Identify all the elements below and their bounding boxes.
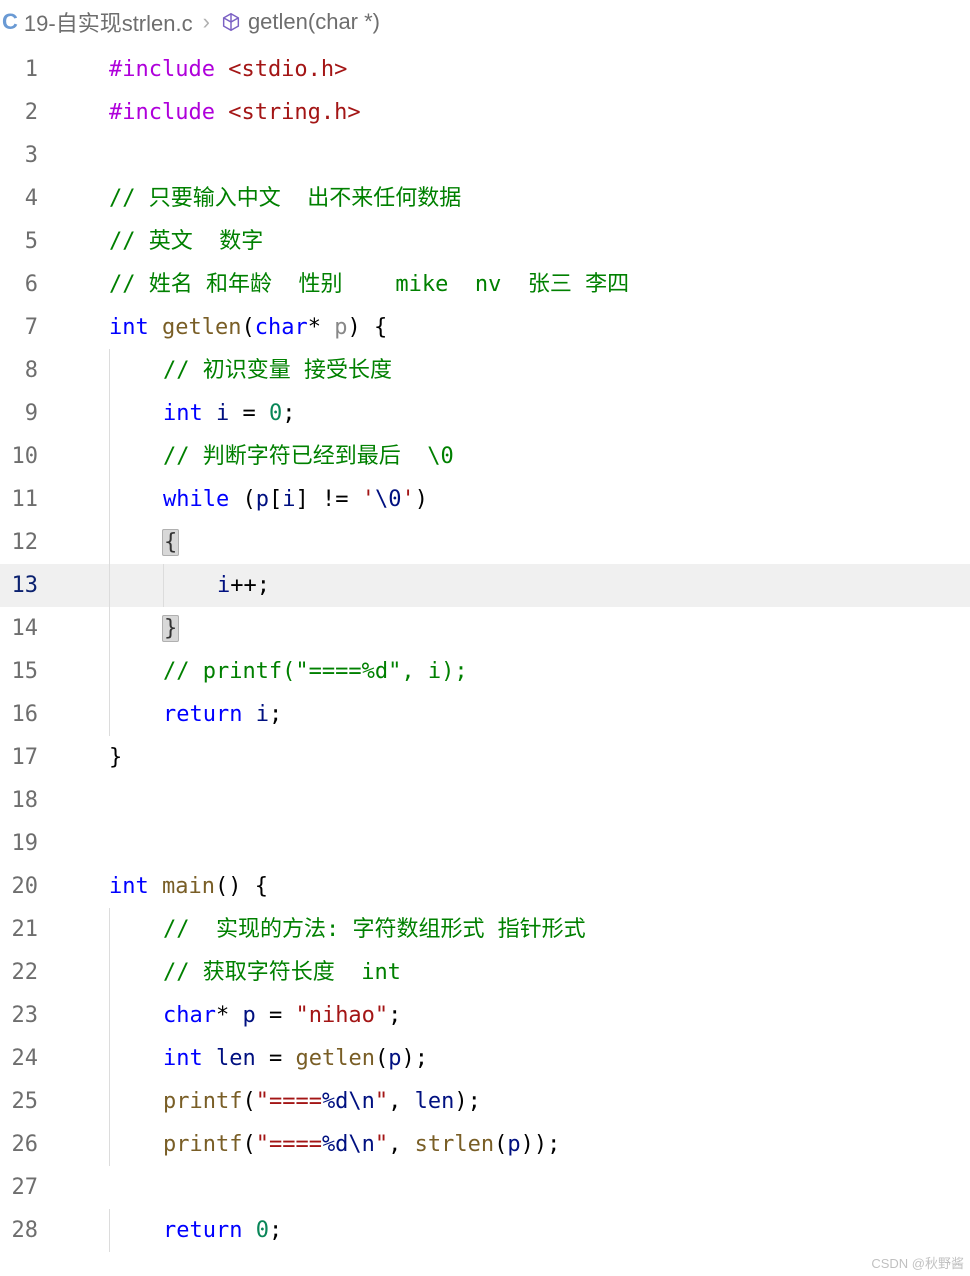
code-content[interactable]: int main() {: [56, 865, 970, 908]
code-content[interactable]: char* p = "nihao";: [56, 994, 970, 1037]
line-number: 24: [0, 1046, 56, 1071]
code-content[interactable]: while (p[i] != '\0'): [56, 478, 970, 521]
code-content[interactable]: #include <string.h>: [56, 91, 970, 134]
line-number: 18: [0, 788, 56, 813]
code-content[interactable]: // 判断字符已经到最后 \0: [56, 435, 970, 478]
code-line: 24 int len = getlen(p);: [0, 1037, 970, 1080]
breadcrumb-separator: ›: [199, 9, 214, 35]
line-number: 27: [0, 1175, 56, 1200]
code-line: 26 printf("====%d\n", strlen(p));: [0, 1123, 970, 1166]
code-content[interactable]: int i = 0;: [56, 392, 970, 435]
code-line: 15 // printf("====%d", i);: [0, 650, 970, 693]
line-number: 19: [0, 831, 56, 856]
code-line: 12 {: [0, 521, 970, 564]
code-line: 27: [0, 1166, 970, 1209]
line-number: 28: [0, 1218, 56, 1243]
breadcrumb: C 19-自实现strlen.c › getlen(char *): [0, 0, 970, 48]
code-content[interactable]: // 初识变量 接受长度: [56, 349, 970, 392]
line-number: 10: [0, 444, 56, 469]
code-line: 8 // 初识变量 接受长度: [0, 349, 970, 392]
line-number: 13: [0, 573, 56, 598]
code-line: 14 }: [0, 607, 970, 650]
code-content[interactable]: // 只要输入中文 出不来任何数据: [56, 177, 970, 220]
code-content[interactable]: // 英文 数字: [56, 220, 970, 263]
code-line: 2 #include <string.h>: [0, 91, 970, 134]
line-number: 25: [0, 1089, 56, 1114]
cube-icon: [220, 11, 242, 33]
breadcrumb-symbol[interactable]: getlen(char *): [248, 9, 380, 35]
code-line: 25 printf("====%d\n", len);: [0, 1080, 970, 1123]
code-line: 10 // 判断字符已经到最后 \0: [0, 435, 970, 478]
line-number: 20: [0, 874, 56, 899]
code-line: 4 // 只要输入中文 出不来任何数据: [0, 177, 970, 220]
line-number: 1: [0, 57, 56, 82]
code-line: 19: [0, 822, 970, 865]
code-content[interactable]: i++;: [56, 564, 970, 607]
line-number: 21: [0, 917, 56, 942]
code-line: 18: [0, 779, 970, 822]
code-content[interactable]: }: [56, 607, 970, 650]
line-number: 3: [0, 143, 56, 168]
line-number: 14: [0, 616, 56, 641]
code-line: 6 // 姓名 和年龄 性别 mike nv 张三 李四: [0, 263, 970, 306]
line-number: 7: [0, 315, 56, 340]
code-line: 11 while (p[i] != '\0'): [0, 478, 970, 521]
line-number: 4: [0, 186, 56, 211]
line-number: 9: [0, 401, 56, 426]
code-content[interactable]: printf("====%d\n", len);: [56, 1080, 970, 1123]
c-file-icon: C: [2, 9, 18, 35]
code-line-current: 13 i++;: [0, 564, 970, 607]
code-line: 17 }: [0, 736, 970, 779]
code-line: 28 return 0;: [0, 1209, 970, 1252]
code-line: 9 int i = 0;: [0, 392, 970, 435]
code-line: 22 // 获取字符长度 int: [0, 951, 970, 994]
line-number: 26: [0, 1132, 56, 1157]
line-number: 15: [0, 659, 56, 684]
code-content[interactable]: {: [56, 521, 970, 564]
code-content[interactable]: #include <stdio.h>: [56, 48, 970, 91]
line-number: 17: [0, 745, 56, 770]
code-line: 5 // 英文 数字: [0, 220, 970, 263]
line-number: 11: [0, 487, 56, 512]
line-number: 8: [0, 358, 56, 383]
code-content[interactable]: int getlen(char* p) {: [56, 306, 970, 349]
code-line: 21 // 实现的方法: 字符数组形式 指针形式: [0, 908, 970, 951]
code-line: 20 int main() {: [0, 865, 970, 908]
code-content[interactable]: }: [56, 736, 970, 779]
code-line: 3: [0, 134, 970, 177]
watermark: CSDN @秋野酱: [871, 1253, 964, 1272]
line-number: 12: [0, 530, 56, 555]
c-file-icon-letter: C: [2, 9, 18, 35]
line-number: 23: [0, 1003, 56, 1028]
code-content[interactable]: return i;: [56, 693, 970, 736]
code-content[interactable]: // 姓名 和年龄 性别 mike nv 张三 李四: [56, 263, 970, 306]
breadcrumb-file[interactable]: 19-自实现strlen.c: [24, 6, 193, 38]
code-line: 7 int getlen(char* p) {: [0, 306, 970, 349]
code-editor[interactable]: 1 #include <stdio.h> 2 #include <string.…: [0, 48, 970, 1252]
line-number: 2: [0, 100, 56, 125]
code-content[interactable]: printf("====%d\n", strlen(p));: [56, 1123, 970, 1166]
code-line: 16 return i;: [0, 693, 970, 736]
line-number: 6: [0, 272, 56, 297]
code-content[interactable]: // 获取字符长度 int: [56, 951, 970, 994]
code-content[interactable]: // printf("====%d", i);: [56, 650, 970, 693]
code-content[interactable]: // 实现的方法: 字符数组形式 指针形式: [56, 908, 970, 951]
line-number: 16: [0, 702, 56, 727]
brace-open: {: [162, 529, 179, 556]
line-number: 22: [0, 960, 56, 985]
code-line: 23 char* p = "nihao";: [0, 994, 970, 1037]
code-content[interactable]: int len = getlen(p);: [56, 1037, 970, 1080]
brace-close: }: [162, 615, 179, 642]
code-line: 1 #include <stdio.h>: [0, 48, 970, 91]
code-content[interactable]: return 0;: [56, 1209, 970, 1252]
line-number: 5: [0, 229, 56, 254]
